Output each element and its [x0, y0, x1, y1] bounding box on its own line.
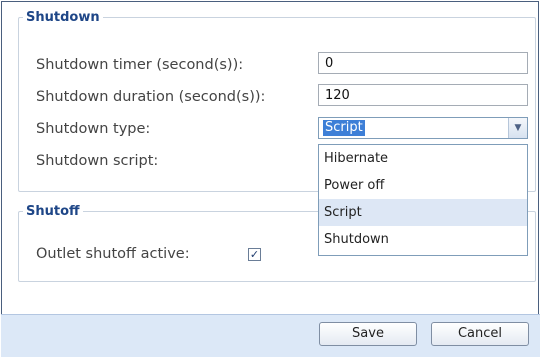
shutdown-timer-label: Shutdown timer (second(s)): — [36, 57, 244, 73]
chevron-down-icon[interactable]: ▼ — [508, 118, 527, 138]
dropdown-option-script[interactable]: Script — [319, 199, 527, 226]
shutoff-legend: Shutoff — [26, 204, 80, 219]
checkmark-icon: ✓ — [249, 248, 260, 261]
outlet-shutoff-label: Outlet shutoff active: — [36, 246, 190, 262]
shutdown-duration-label: Shutdown duration (second(s)): — [36, 89, 266, 105]
shutdown-script-label: Shutdown script: — [36, 153, 159, 169]
shutdown-legend: Shutdown — [26, 10, 100, 25]
dropdown-option-hibernate[interactable]: Hibernate — [319, 145, 527, 172]
cancel-button[interactable]: Cancel — [431, 322, 529, 346]
dropdown-option-shutdown[interactable]: Shutdown — [319, 226, 527, 253]
shutdown-type-label: Shutdown type: — [36, 121, 151, 137]
shutdown-type-value: Script — [323, 120, 365, 136]
save-button[interactable]: Save — [319, 322, 417, 346]
dropdown-option-power-off[interactable]: Power off — [319, 172, 527, 199]
shutdown-type-select[interactable]: Script ▼ — [318, 117, 528, 139]
shutdown-timer-input[interactable]: 0 — [318, 52, 528, 74]
outlet-shutoff-checkbox[interactable]: ✓ — [248, 248, 261, 261]
shutdown-duration-input[interactable]: 120 — [318, 84, 528, 106]
shutdown-type-dropdown: Hibernate Power off Script Shutdown — [318, 144, 528, 256]
